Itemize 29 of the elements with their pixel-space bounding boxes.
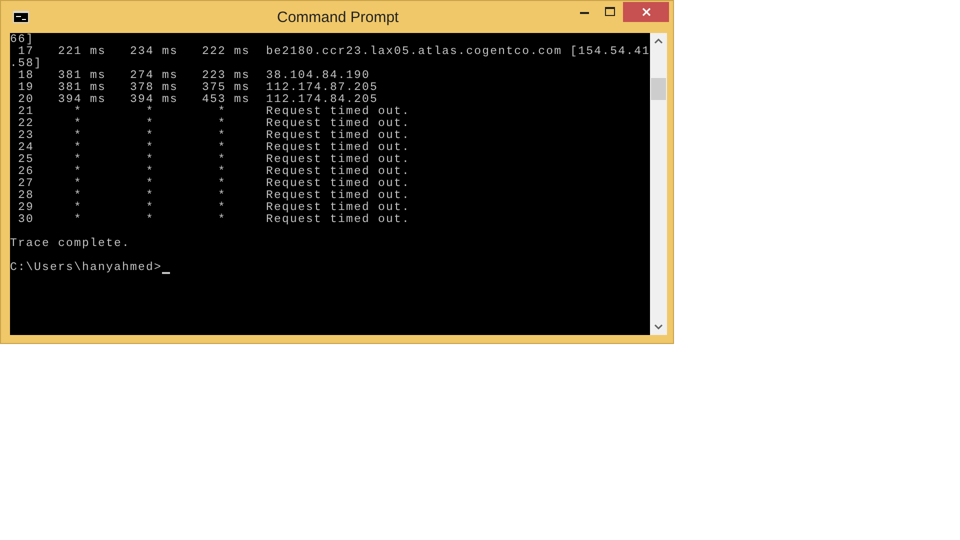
text-cursor — [162, 272, 170, 274]
prompt-text: C:\Users\hanyahmed> — [10, 262, 162, 274]
console-line: 17 221 ms 234 ms 222 ms be2180.ccr23.lax05.atlas.cogentco.com [154.54.41 — [18, 46, 650, 58]
scrollbar[interactable] — [650, 33, 667, 335]
console-line: .58] — [10, 58, 42, 70]
close-icon — [642, 8, 650, 16]
console-line: 28 * * * Request timed out. — [17, 190, 410, 202]
console-line: 20 394 ms 394 ms 453 ms 112.174.84.205 — [17, 94, 378, 106]
scroll-up-icon[interactable] — [654, 38, 663, 44]
console-line: 22 * * * Request timed out. — [17, 118, 410, 130]
console-line: Trace complete. — [10, 238, 130, 250]
console-line: 19 381 ms 378 ms 375 ms 112.174.87.205 — [17, 82, 378, 94]
maximize-icon — [605, 6, 615, 16]
console-app-icon — [13, 11, 29, 23]
scrollbar-thumb[interactable] — [651, 78, 666, 100]
console-line: 29 * * * Request timed out. — [17, 202, 410, 214]
scroll-down-icon[interactable] — [654, 324, 663, 330]
console-line: 18 381 ms 274 ms 223 ms 38.104.84.190 — [17, 70, 370, 82]
console-line: 21 * * * Request timed out. — [17, 106, 410, 118]
console-line: 27 * * * Request timed out. — [17, 178, 410, 190]
console-line: 23 * * * Request timed out. — [17, 130, 410, 142]
minimize-icon — [580, 12, 588, 14]
console-line: 66] — [10, 34, 34, 46]
window-title: Command Prompt — [277, 9, 399, 27]
close-button[interactable] — [623, 2, 669, 22]
console-line: 26 * * * Request timed out. — [17, 166, 410, 178]
console-line: 24 * * * Request timed out. — [17, 142, 410, 154]
console-line: 30 * * * Request timed out. — [17, 214, 410, 226]
console-line: 25 * * * Request timed out. — [17, 154, 410, 166]
